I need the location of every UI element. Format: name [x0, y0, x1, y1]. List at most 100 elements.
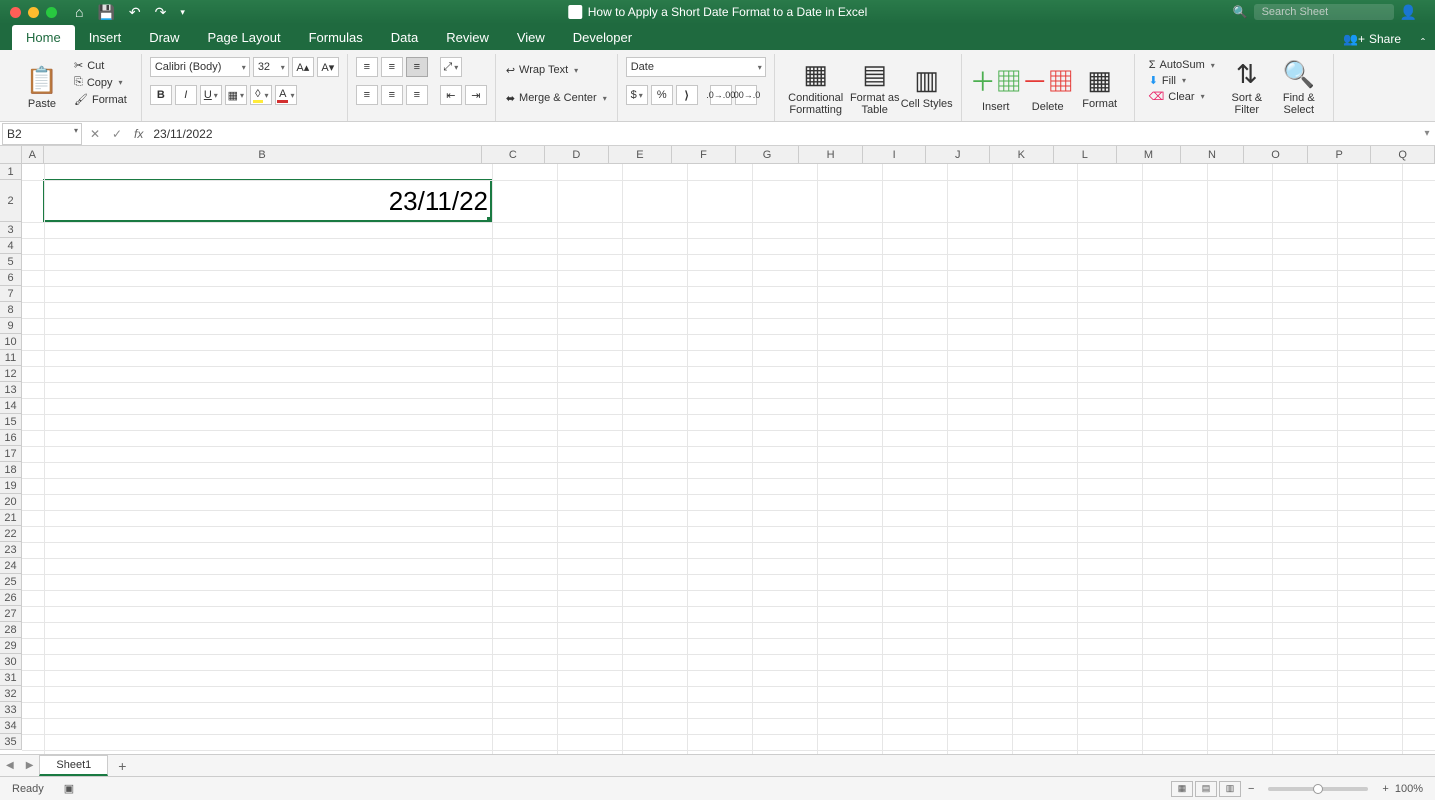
expand-formula-bar-icon[interactable]: ▾: [1419, 128, 1435, 139]
conditional-formatting-button[interactable]: ▦Conditional Formatting: [783, 56, 849, 119]
tab-developer[interactable]: Developer: [559, 25, 646, 50]
col-header-k[interactable]: K: [990, 146, 1054, 163]
row-header-27[interactable]: 27: [0, 606, 21, 622]
col-header-n[interactable]: N: [1181, 146, 1245, 163]
row-header-1[interactable]: 1: [0, 164, 21, 180]
row-header-6[interactable]: 6: [0, 270, 21, 286]
row-header-9[interactable]: 9: [0, 318, 21, 334]
row-header-29[interactable]: 29: [0, 638, 21, 654]
collapse-ribbon-icon[interactable]: ˆ: [1411, 36, 1435, 50]
sheet-nav-next-icon[interactable]: ▶: [20, 760, 40, 771]
align-middle-button[interactable]: ≡: [381, 57, 403, 77]
page-break-view-button[interactable]: ▥: [1219, 781, 1241, 797]
underline-button[interactable]: U▾: [200, 85, 222, 105]
col-header-m[interactable]: M: [1117, 146, 1181, 163]
tab-home[interactable]: Home: [12, 25, 75, 50]
col-header-g[interactable]: G: [736, 146, 800, 163]
row-header-14[interactable]: 14: [0, 398, 21, 414]
find-select-button[interactable]: 🔍Find & Select: [1273, 56, 1325, 119]
col-header-e[interactable]: E: [609, 146, 673, 163]
zoom-in-button[interactable]: +: [1382, 783, 1388, 795]
col-header-i[interactable]: I: [863, 146, 927, 163]
delete-cells-button[interactable]: －▦Delete: [1022, 56, 1074, 119]
orientation-button[interactable]: ⤢▾: [440, 57, 462, 77]
spreadsheet-grid[interactable]: ABCDEFGHIJKLMNOPQ 1234567891011121314151…: [0, 146, 1435, 754]
paste-button[interactable]: 📋 Paste: [16, 56, 68, 119]
minimize-window-icon[interactable]: [28, 7, 39, 18]
border-button[interactable]: ▦▾: [225, 85, 247, 105]
row-header-22[interactable]: 22: [0, 526, 21, 542]
font-name-select[interactable]: Calibri (Body): [150, 57, 250, 77]
normal-view-button[interactable]: ▦: [1171, 781, 1193, 797]
tab-insert[interactable]: Insert: [75, 25, 136, 50]
fx-icon[interactable]: fx: [128, 127, 149, 141]
format-cells-button[interactable]: ▦Format: [1074, 56, 1126, 119]
wrap-text-button[interactable]: ↩Wrap Text▾: [504, 56, 609, 84]
merge-center-button[interactable]: ⬌Merge & Center▾: [504, 84, 609, 112]
row-header-21[interactable]: 21: [0, 510, 21, 526]
page-layout-view-button[interactable]: ▤: [1195, 781, 1217, 797]
undo-icon[interactable]: ↶: [129, 4, 141, 21]
sheet-tab[interactable]: Sheet1: [39, 755, 108, 776]
qat-dropdown-icon[interactable]: ▾: [180, 7, 185, 18]
row-header-13[interactable]: 13: [0, 382, 21, 398]
insert-cells-button[interactable]: ＋▦Insert: [970, 56, 1022, 119]
row-header-31[interactable]: 31: [0, 670, 21, 686]
row-header-34[interactable]: 34: [0, 718, 21, 734]
name-box[interactable]: B2: [2, 123, 82, 145]
percent-format-button[interactable]: %: [651, 85, 673, 105]
row-header-8[interactable]: 8: [0, 302, 21, 318]
decrease-decimal-button[interactable]: .00→.0: [735, 85, 757, 105]
fullscreen-window-icon[interactable]: [46, 7, 57, 18]
tab-formulas[interactable]: Formulas: [295, 25, 377, 50]
fill-button[interactable]: ⬇Fill▾: [1147, 73, 1217, 88]
font-size-select[interactable]: 32: [253, 57, 289, 77]
align-left-button[interactable]: ≡: [356, 85, 378, 105]
col-header-b[interactable]: B: [44, 146, 482, 163]
enter-formula-icon[interactable]: ✓: [106, 127, 128, 141]
col-header-c[interactable]: C: [482, 146, 546, 163]
save-icon[interactable]: 💾: [97, 4, 114, 21]
align-center-button[interactable]: ≡: [381, 85, 403, 105]
zoom-slider[interactable]: [1268, 787, 1368, 791]
add-sheet-button[interactable]: +: [108, 758, 136, 774]
col-header-o[interactable]: O: [1244, 146, 1308, 163]
copy-button[interactable]: ⎘Copy▾: [72, 75, 129, 90]
autosum-button[interactable]: ΣAutoSum▾: [1147, 58, 1217, 72]
close-window-icon[interactable]: [10, 7, 21, 18]
row-header-26[interactable]: 26: [0, 590, 21, 606]
row-header-28[interactable]: 28: [0, 622, 21, 638]
col-header-q[interactable]: Q: [1371, 146, 1435, 163]
share-button[interactable]: 👥+Share: [1333, 28, 1411, 50]
tab-review[interactable]: Review: [432, 25, 503, 50]
row-header-33[interactable]: 33: [0, 702, 21, 718]
row-header-30[interactable]: 30: [0, 654, 21, 670]
row-header-12[interactable]: 12: [0, 366, 21, 382]
row-header-16[interactable]: 16: [0, 430, 21, 446]
row-header-11[interactable]: 11: [0, 350, 21, 366]
col-header-h[interactable]: H: [799, 146, 863, 163]
clear-button[interactable]: ⌫Clear▾: [1147, 89, 1217, 104]
bold-button[interactable]: B: [150, 85, 172, 105]
home-icon[interactable]: ⌂: [75, 4, 83, 20]
cell-styles-button[interactable]: ▥Cell Styles: [901, 56, 953, 119]
row-header-35[interactable]: 35: [0, 734, 21, 750]
macro-record-icon[interactable]: ▣: [64, 782, 74, 795]
align-right-button[interactable]: ≡: [406, 85, 428, 105]
row-header-18[interactable]: 18: [0, 462, 21, 478]
cut-button[interactable]: ✂Cut: [72, 58, 129, 73]
number-format-select[interactable]: Date: [626, 57, 766, 77]
row-header-3[interactable]: 3: [0, 222, 21, 238]
col-header-j[interactable]: J: [926, 146, 990, 163]
select-all-corner[interactable]: [0, 146, 22, 164]
zoom-level[interactable]: 100%: [1395, 783, 1423, 795]
row-header-10[interactable]: 10: [0, 334, 21, 350]
col-header-p[interactable]: P: [1308, 146, 1372, 163]
decrease-indent-button[interactable]: ⇤: [440, 85, 462, 105]
zoom-out-button[interactable]: −: [1248, 783, 1254, 795]
row-header-15[interactable]: 15: [0, 414, 21, 430]
increase-indent-button[interactable]: ⇥: [465, 85, 487, 105]
col-header-a[interactable]: A: [22, 146, 44, 163]
row-header-20[interactable]: 20: [0, 494, 21, 510]
accounting-format-button[interactable]: $▾: [626, 85, 648, 105]
